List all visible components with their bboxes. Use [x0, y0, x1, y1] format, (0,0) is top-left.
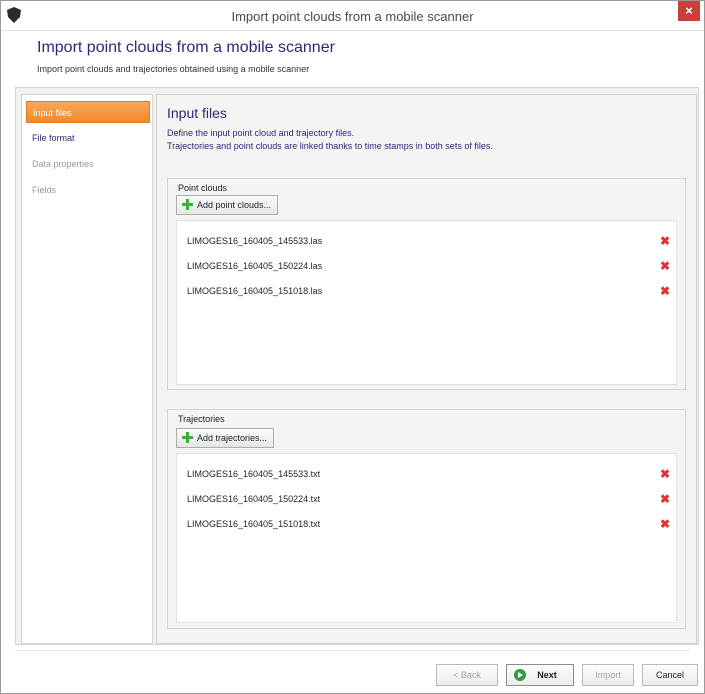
trajectories-list: LIMOGES16_160405_145533.txt ✖ LIMOGES16_… — [176, 453, 677, 623]
add-point-clouds-button[interactable]: Add point clouds... — [176, 195, 279, 215]
list-item[interactable]: LIMOGES16_160405_151018.txt ✖ — [187, 516, 671, 532]
footer-divider — [15, 650, 690, 651]
list-item[interactable]: LIMOGES16_160405_150224.txt ✖ — [187, 491, 671, 507]
remove-icon[interactable]: ✖ — [659, 493, 671, 505]
sidebar-item-file-format[interactable]: File format — [26, 127, 150, 149]
plus-icon — [182, 432, 193, 443]
remove-icon[interactable]: ✖ — [659, 235, 671, 247]
wizard-header: Import point clouds from a mobile scanne… — [15, 31, 690, 81]
next-label: Next — [537, 670, 557, 680]
add-point-clouds-label: Add point clouds... — [197, 200, 272, 210]
plus-icon — [182, 199, 193, 210]
wizard-subtitle: Import point clouds and trajectories obt… — [37, 64, 310, 74]
file-name: LIMOGES16_160405_151018.txt — [187, 519, 321, 529]
list-item[interactable]: LIMOGES16_160405_151018.las ✖ — [187, 283, 671, 299]
point-clouds-group: Point clouds Add point clouds... LIMOGES… — [167, 178, 686, 390]
add-trajectories-label: Add trajectories... — [197, 433, 268, 443]
title-bar: Import point clouds from a mobile scanne… — [1, 1, 704, 31]
file-name: LIMOGES16_160405_150224.las — [187, 261, 323, 271]
next-button[interactable]: Next — [506, 664, 574, 686]
sidebar-item-input-files[interactable]: Input files — [26, 101, 150, 123]
import-button[interactable]: Import — [582, 664, 634, 686]
point-clouds-list: LIMOGES16_160405_145533.las ✖ LIMOGES16_… — [176, 220, 677, 385]
remove-icon[interactable]: ✖ — [659, 260, 671, 272]
description-line: Define the input point cloud and traject… — [167, 128, 355, 138]
list-item[interactable]: LIMOGES16_160405_145533.txt ✖ — [187, 466, 671, 482]
wizard-steps-sidebar: Input files File format Data properties … — [21, 94, 153, 644]
trajectories-group: Trajectories Add trajectories... LIMOGES… — [167, 409, 686, 629]
cancel-button[interactable]: Cancel — [642, 664, 698, 686]
remove-icon[interactable]: ✖ — [659, 518, 671, 530]
list-item[interactable]: LIMOGES16_160405_145533.las ✖ — [187, 233, 671, 249]
list-item[interactable]: LIMOGES16_160405_150224.las ✖ — [187, 258, 671, 274]
description-line: Trajectories and point clouds are linked… — [167, 141, 493, 151]
file-name: LIMOGES16_160405_145533.txt — [187, 469, 321, 479]
sidebar-item-fields: Fields — [32, 185, 57, 195]
file-name: LIMOGES16_160405_150224.txt — [187, 494, 321, 504]
import-dialog: Import point clouds from a mobile scanne… — [0, 0, 705, 694]
trajectories-label: Trajectories — [178, 414, 225, 424]
next-icon — [514, 669, 526, 681]
close-button[interactable]: × — [678, 1, 700, 21]
file-name: LIMOGES16_160405_151018.las — [187, 286, 323, 296]
window-title: Import point clouds from a mobile scanne… — [231, 9, 474, 24]
file-name: LIMOGES16_160405_145533.las — [187, 236, 323, 246]
add-trajectories-button[interactable]: Add trajectories... — [176, 428, 275, 448]
remove-icon[interactable]: ✖ — [659, 285, 671, 297]
remove-icon[interactable]: ✖ — [659, 468, 671, 480]
page-title: Input files — [167, 105, 227, 121]
sidebar-item-data-properties: Data properties — [32, 159, 94, 169]
wizard-title: Import point clouds from a mobile scanne… — [37, 39, 335, 56]
point-clouds-label: Point clouds — [178, 183, 228, 193]
back-button[interactable]: < Back — [436, 664, 498, 686]
main-panel: Input files Define the input point cloud… — [156, 94, 697, 644]
